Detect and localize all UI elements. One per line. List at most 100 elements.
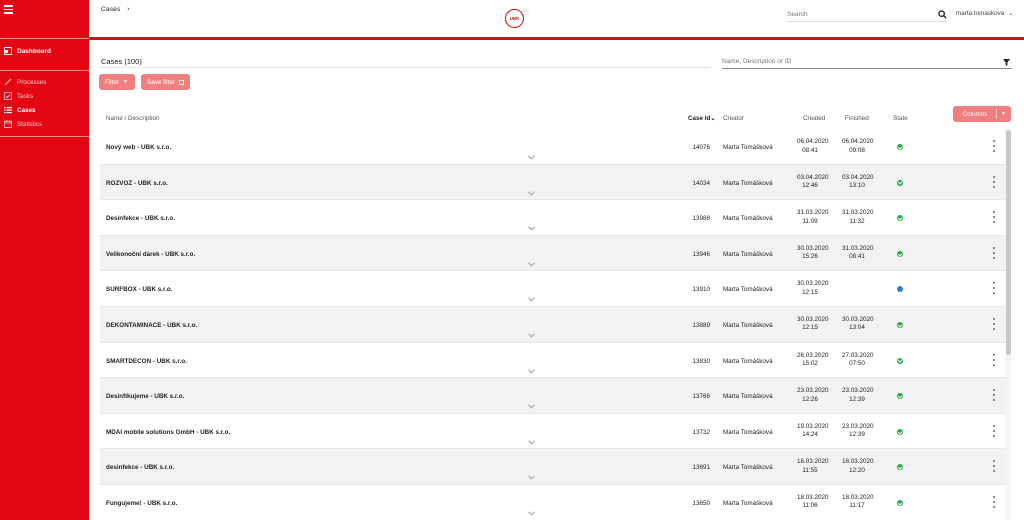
kebab-menu-icon[interactable] — [993, 495, 996, 508]
table-row[interactable]: DEKONTAMINACE - UBK s.r.o. 13889 Marta Tom… — [100, 306, 1005, 343]
case-created: 19.03.2020 14:24 — [797, 423, 829, 440]
chevron-down-icon[interactable] — [528, 226, 535, 231]
case-name[interactable]: Desinfikujeme - UBK s.r.o. — [106, 393, 184, 400]
kebab-menu-icon[interactable] — [993, 353, 996, 366]
chevron-down-icon[interactable] — [528, 475, 535, 480]
case-name[interactable]: Desinfekce - UBK s.r.o. — [106, 215, 175, 222]
kebab-menu-icon[interactable] — [993, 175, 996, 188]
case-name[interactable]: Nový web - UBK s.r.o. — [106, 144, 171, 151]
column-header-finished[interactable]: Finished — [845, 115, 869, 122]
case-name[interactable]: Velikonoční dárek - UBK s.r.o. — [106, 251, 195, 258]
user-menu[interactable]: marta.tomaskova ⌄ — [956, 10, 1013, 17]
table-row[interactable]: Desinfikujeme - UBK s.r.o. 13766 Marta Tom… — [100, 378, 1005, 414]
list-icon — [4, 106, 12, 114]
column-header-state[interactable]: State — [893, 115, 908, 122]
kebab-menu-icon[interactable] — [993, 211, 996, 224]
breadcrumb: Cases › — [101, 6, 130, 13]
kebab-menu-icon[interactable] — [993, 389, 996, 402]
table-row[interactable]: Nový web - UBK s.r.o. 14076 Marta Tomáškov… — [100, 129, 1005, 165]
chevron-down-icon[interactable] — [528, 404, 535, 409]
case-creator: Marta Tomášková — [723, 144, 773, 151]
save-icon — [179, 79, 184, 85]
table-row[interactable]: desinfekce - UBK s.r.o. 13691 Marta Tomášk… — [100, 449, 1005, 485]
hamburger-menu-icon[interactable] — [4, 5, 13, 14]
kebab-menu-icon[interactable] — [993, 282, 996, 295]
save-filter-button[interactable]: Save filter — [141, 74, 190, 90]
search-icon[interactable] — [938, 10, 947, 19]
kebab-menu-icon[interactable] — [993, 140, 996, 152]
table-row[interactable]: SURFBOX - UBK s.r.o. 13910 Marta Tomášková… — [100, 271, 1005, 307]
filter-button-label: Filter — [105, 78, 119, 86]
chevron-down-icon[interactable] — [528, 440, 535, 445]
case-finished: 31.03.2020 08:41 — [842, 245, 874, 262]
case-name[interactable]: MDAI mobile solutions GmbH - UBK s.r.o. — [106, 429, 230, 436]
chevron-down-icon[interactable] — [528, 333, 535, 338]
kebab-menu-icon[interactable] — [993, 460, 996, 473]
table-row[interactable]: Velikonoční dárek - UBK s.r.o. 13946 Marta… — [100, 235, 1005, 272]
case-name[interactable]: SURFBOX - UBK s.r.o. — [106, 286, 172, 293]
check-circle-icon — [897, 428, 903, 435]
finished-date: 23.03.2020 — [842, 422, 874, 430]
sort-down-icon: ⌄ — [710, 115, 716, 122]
column-header-name[interactable]: Name / Description — [106, 115, 160, 122]
case-creator: Marta Tomášková — [723, 179, 773, 187]
chevron-down-icon[interactable] — [528, 262, 535, 267]
chevron-down-icon[interactable] — [528, 368, 535, 374]
case-name[interactable]: Fungujeme! - UBK s.r.o. — [106, 500, 177, 507]
case-id: 13732 — [692, 428, 710, 436]
case-name[interactable]: ROZVOZ - UBK s.r.o. — [106, 180, 168, 187]
table-row[interactable]: SMARTDECON - UBK s.r.o. 13830 Marta Tomášk… — [100, 342, 1005, 379]
case-name[interactable]: DEKONTAMINACE - UBK s.r.o. — [106, 322, 197, 329]
case-id: 13946 — [692, 250, 710, 258]
column-header-case-id[interactable]: Case Id⌄ — [688, 115, 716, 122]
finished-time: 11:17 — [849, 502, 865, 510]
title-divider — [100, 67, 710, 68]
logo-text: UBK — [509, 16, 520, 21]
case-name[interactable]: SMARTDECON - UBK s.r.o. — [106, 358, 187, 365]
finished-time: 13:04 — [849, 324, 865, 332]
chevron-down-icon[interactable] — [528, 190, 535, 196]
check-circle-icon — [897, 250, 903, 257]
sidebar-item-statistics[interactable]: Statistics — [4, 120, 42, 128]
scrollbar[interactable] — [1005, 128, 1011, 520]
sidebar-item-tasks[interactable]: Tasks — [4, 92, 33, 100]
case-filter-input[interactable] — [722, 55, 992, 68]
case-created: 31.03.2020 11:09 — [797, 209, 829, 226]
table-row[interactable]: Desinfekce - UBK s.r.o. 13988 Marta Tomášk… — [100, 200, 1005, 236]
created-date: 30.03.2020 — [797, 315, 829, 323]
sidebar-item-dashboard[interactable]: Dashboard — [4, 47, 51, 55]
kebab-menu-icon[interactable] — [993, 246, 996, 259]
finished-time: 12:39 — [849, 431, 865, 439]
chevron-down-icon[interactable] — [528, 155, 535, 160]
funnel-icon[interactable] — [1003, 59, 1010, 66]
created-date: 30.03.2020 — [797, 280, 829, 288]
check-circle-icon — [897, 499, 903, 506]
chevron-down-icon[interactable] — [528, 511, 535, 516]
finished-time: 07:50 — [849, 360, 865, 368]
check-circle-icon — [897, 179, 903, 186]
kebab-menu-icon[interactable] — [993, 424, 996, 437]
sidebar-item-processes[interactable]: Processes — [4, 78, 46, 86]
sidebar-item-cases[interactable]: Cases — [4, 106, 36, 114]
table-row[interactable]: ROZVOZ - UBK s.r.o. 14034 Marta Tomášková 0… — [100, 164, 1005, 201]
table-header: Name / Description Case Id⌄ Creator Crea… — [100, 112, 1005, 128]
case-creator: Marta Tomášková — [723, 499, 773, 507]
case-creator: Marta Tomášková — [723, 357, 773, 365]
kebab-menu-icon[interactable] — [993, 317, 996, 330]
case-created: 03.04.2020 12:46 — [797, 174, 829, 191]
case-id: 13650 — [692, 499, 710, 507]
finished-date: 03.04.2020 — [842, 173, 874, 181]
table-row[interactable]: MDAI mobile solutions GmbH - UBK s.r.o. 1… — [100, 413, 1005, 450]
column-header-creator[interactable]: Creator — [723, 115, 744, 122]
case-id: 13988 — [692, 215, 710, 223]
case-created: 23.03.2020 12:26 — [797, 387, 829, 404]
table-row[interactable]: Fungujeme! - UBK s.r.o. 13650 Marta Tomášk… — [100, 484, 1005, 520]
column-header-created[interactable]: Created — [803, 115, 825, 122]
scrollbar-thumb[interactable] — [1005, 130, 1011, 355]
filter-button[interactable]: Filter ▼ — [99, 74, 135, 90]
breadcrumb-item[interactable]: Cases — [101, 6, 120, 13]
chevron-down-icon[interactable] — [528, 297, 535, 303]
case-table-body: Nový web - UBK s.r.o. 14076 Marta Tomáškov… — [100, 129, 1005, 520]
case-name[interactable]: desinfekce - UBK s.r.o. — [106, 464, 174, 471]
search-input[interactable] — [787, 8, 927, 21]
